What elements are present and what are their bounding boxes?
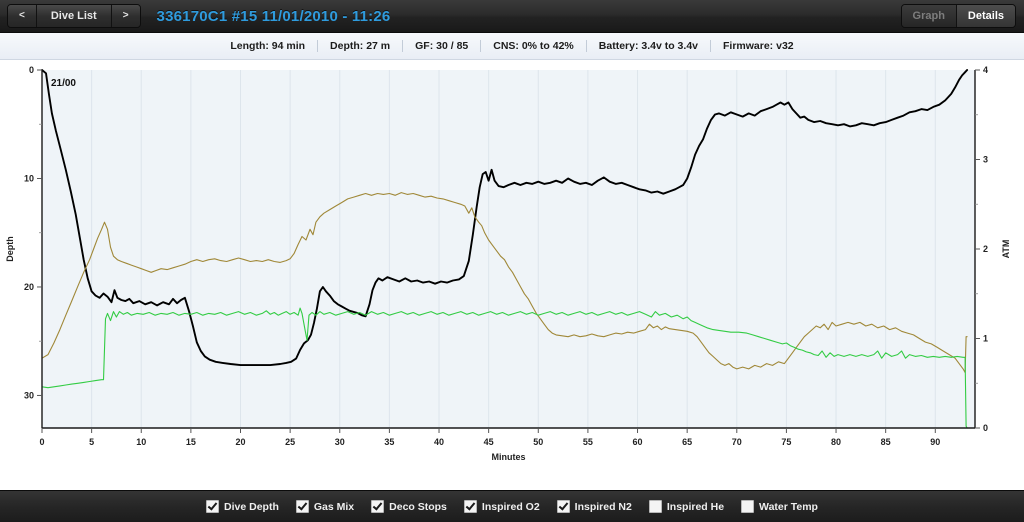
x-axis-title: Minutes	[491, 452, 525, 462]
dive-log-app: < Dive List > 336170C1 #15 11/01/2010 - …	[0, 0, 1024, 522]
dive-title: 336170C1 #15 11/01/2010 - 11:26	[156, 7, 391, 25]
x-tick-label: 80	[831, 437, 841, 447]
y-tick-label-right: 1	[983, 334, 988, 344]
legend-label: Water Temp	[759, 500, 818, 513]
legend-item-inspired-o2[interactable]: Inspired O2	[463, 500, 540, 513]
legend-label: Dive Depth	[224, 500, 279, 513]
x-tick-label: 75	[781, 437, 791, 447]
legend-label: Inspired N2	[574, 500, 632, 513]
y-tick-label-right: 4	[983, 65, 988, 75]
y-axis-title-right: ATM	[1001, 240, 1011, 259]
y-tick-label-right: 2	[983, 244, 988, 254]
dive-profile-svg: 0102030012340 5 10 15 20 25 30 35 40 45 50 55 60 65 70…	[5, 65, 1011, 462]
legend-item-dive-depth[interactable]: Dive Depth	[206, 500, 279, 513]
dive-summary-item: GF: 30 / 85	[403, 40, 482, 52]
checkbox-inspired-o2[interactable]	[463, 500, 477, 513]
y-tick-label-left: 20	[24, 282, 34, 292]
checkbox-water-temp[interactable]	[741, 500, 755, 513]
y-tick-label-left: 0	[29, 65, 34, 75]
y-tick-label-left: 10	[24, 173, 34, 183]
view-mode-tabs: Graph Details	[900, 4, 1016, 28]
dive-list-button[interactable]: Dive List	[36, 5, 112, 27]
tab-graph[interactable]: Graph	[901, 5, 957, 27]
dive-profile-chart: 0 10 20 30 0 1 2 3 4 0 5 10 15 20 25 30 35 40 45 50 55 60 65 70…	[0, 60, 1024, 490]
x-tick-label: 35	[384, 437, 394, 447]
plot-background	[42, 70, 975, 428]
x-tick-label: 15	[186, 437, 196, 447]
legend-label: Deco Stops	[389, 500, 447, 513]
x-tick-label: 70	[732, 437, 742, 447]
legend-item-inspired-n2[interactable]: Inspired N2	[556, 500, 632, 513]
x-tick-label: 50	[533, 437, 543, 447]
gas-switch-annotation: 21/00	[51, 78, 76, 89]
x-tick-label: 40	[434, 437, 444, 447]
checkbox-deco-stops[interactable]	[371, 500, 385, 513]
tab-details[interactable]: Details	[956, 5, 1015, 27]
checkbox-inspired-he[interactable]	[648, 500, 662, 513]
x-tick-label: 0	[39, 437, 44, 447]
x-tick-label: 65	[682, 437, 692, 447]
x-tick-label: 45	[484, 437, 494, 447]
x-tick-label: 20	[236, 437, 246, 447]
x-tick-label: 55	[583, 437, 593, 447]
legend-item-water-temp[interactable]: Water Temp	[741, 500, 818, 513]
x-tick-label: 10	[136, 437, 146, 447]
legend-label: Gas Mix	[313, 500, 355, 513]
dive-summary-item: CNS: 0% to 42%	[481, 40, 587, 52]
legend-item-inspired-he[interactable]: Inspired He	[648, 500, 725, 513]
y-tick-label-left: 30	[24, 390, 34, 400]
x-tick-label: 85	[881, 437, 891, 447]
legend-label: Inspired O2	[481, 500, 540, 513]
legend-item-gas-mix[interactable]: Gas Mix	[295, 500, 355, 513]
dive-summary-item: Battery: 3.4v to 3.4v	[587, 40, 711, 52]
x-tick-label: 25	[285, 437, 295, 447]
y-axis-title-left: Depth	[5, 236, 15, 262]
y-tick-label-right: 0	[983, 423, 988, 433]
previous-dive-button[interactable]: <	[8, 5, 37, 27]
series-legend-bar: Dive Depth Gas Mix Deco Stops Inspired O2 In…	[0, 490, 1024, 522]
legend-item-deco-stops[interactable]: Deco Stops	[371, 500, 447, 513]
checkbox-dive-depth[interactable]	[206, 500, 220, 513]
legend-label: Inspired He	[666, 500, 725, 513]
dive-summary-bar: Length: 94 min Depth: 27 m GF: 30 / 85 CNS:…	[0, 33, 1024, 60]
navigation-button-group: < Dive List >	[7, 4, 141, 28]
dive-summary-item: Length: 94 min	[218, 40, 319, 52]
top-header-bar: < Dive List > 336170C1 #15 11/01/2010 - …	[0, 0, 1024, 33]
y-tick-label-right: 3	[983, 155, 988, 165]
dive-summary-item: Firmware: v32	[723, 40, 794, 52]
dive-summary-item: Depth: 27 m	[318, 40, 404, 52]
x-tick-label: 90	[930, 437, 940, 447]
checkbox-inspired-n2[interactable]	[556, 500, 570, 513]
checkbox-gas-mix[interactable]	[295, 500, 309, 513]
x-tick-label: 5	[89, 437, 94, 447]
next-dive-button[interactable]: >	[111, 5, 140, 27]
x-tick-label: 60	[633, 437, 643, 447]
x-tick-label: 30	[335, 437, 345, 447]
